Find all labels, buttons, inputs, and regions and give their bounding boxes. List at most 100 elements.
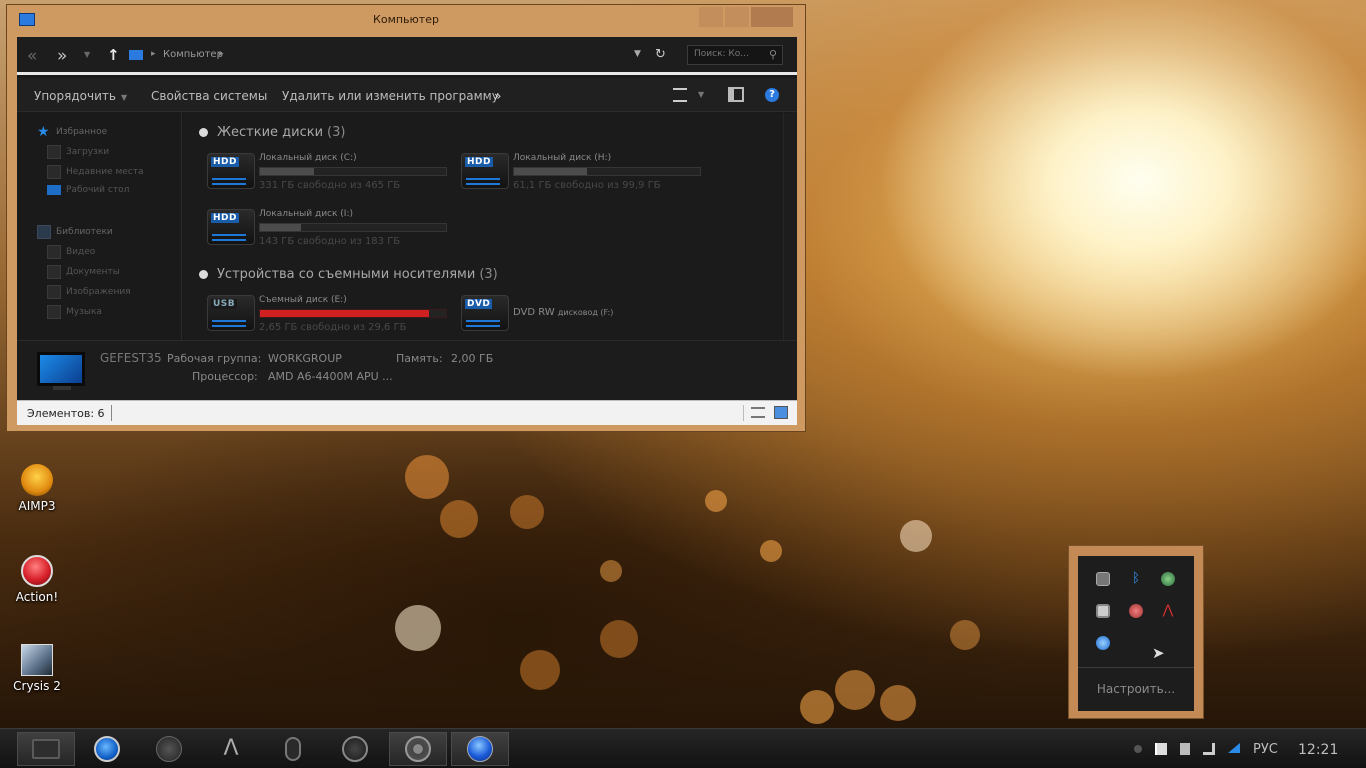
- music-icon: [47, 305, 61, 319]
- sidebar-item-documents[interactable]: Документы: [47, 265, 120, 279]
- crysis-icon: [21, 644, 53, 676]
- chart-icon[interactable]: ⋀: [1161, 604, 1175, 618]
- title-bar[interactable]: Компьютер: [7, 5, 805, 35]
- taskbar-explorer[interactable]: [17, 732, 75, 766]
- preview-pane-icon[interactable]: [728, 87, 744, 102]
- up-arrow-icon[interactable]: ↑: [107, 46, 120, 64]
- taskbar-mouse[interactable]: [264, 732, 322, 766]
- clock[interactable]: 12:21: [1298, 742, 1338, 758]
- usage-bar: [259, 309, 447, 318]
- breadcrumb-computer[interactable]: Компьютер: [163, 49, 223, 60]
- hdd-icon: HDD: [207, 153, 255, 189]
- hdd-badge: HDD: [465, 157, 493, 167]
- sidebar-item-pictures[interactable]: Изображения: [47, 285, 131, 299]
- search-input[interactable]: Поиск: Ко... ⚲: [687, 45, 783, 65]
- more-commands-button[interactable]: »: [494, 89, 501, 103]
- collapse-icon[interactable]: [199, 128, 208, 137]
- usage-bar: [513, 167, 701, 176]
- mouse-icon: [285, 737, 301, 761]
- chevron-right-icon[interactable]: ▸: [219, 49, 224, 59]
- navigation-bar: « » ▼ ↑ ▸ Компьютер ▸ ▼ ↻ Поиск: Ко... ⚲: [17, 37, 797, 75]
- sidebar-item-downloads[interactable]: Загрузки: [47, 145, 109, 159]
- taskbar-chrome[interactable]: [389, 732, 447, 766]
- desktop-icon-label: AIMP3: [18, 499, 56, 513]
- taskbar-amd[interactable]: Λ: [202, 732, 260, 766]
- desktop-shortcut-action[interactable]: Action!: [2, 555, 72, 604]
- display-icon[interactable]: [1096, 604, 1110, 618]
- group-header-hard-disks[interactable]: Жесткие диски (3): [199, 125, 345, 140]
- usb-safe-remove-icon[interactable]: [1096, 572, 1110, 586]
- usage-bar: [259, 167, 447, 176]
- action-center-flag-icon[interactable]: [1155, 743, 1167, 755]
- search-icon[interactable]: ⚲: [769, 48, 777, 61]
- drive-free-space: 143 ГБ свободно из 183 ГБ: [259, 236, 401, 247]
- taskbar-utorrent[interactable]: [326, 732, 384, 766]
- bluetooth-icon[interactable]: ᛒ: [1129, 572, 1143, 586]
- drive-f[interactable]: DVD DVD RW дисковод (F:): [461, 295, 711, 337]
- drive-name: Локальный диск (C:): [259, 153, 357, 163]
- forward-arrow-icon[interactable]: »: [57, 46, 67, 66]
- address-dropdown-icon[interactable]: ▼: [634, 49, 641, 59]
- back-arrow-icon[interactable]: «: [27, 46, 37, 66]
- computer-icon: [129, 50, 143, 60]
- workgroup-label: Рабочая группа:: [167, 352, 262, 365]
- dvd-drive-icon: DVD: [461, 295, 509, 331]
- view-options-icon[interactable]: [673, 88, 687, 102]
- collapse-icon[interactable]: [199, 270, 208, 279]
- drive-free-space: 331 ГБ свободно из 465 ГБ: [259, 180, 401, 191]
- status-bar: Элементов: 6: [17, 400, 797, 425]
- system-properties-button[interactable]: Свойства системы: [151, 89, 267, 103]
- group-header-removable[interactable]: Устройства со съемными носителями (3): [199, 267, 498, 282]
- sidebar-item-libraries[interactable]: Библиотеки: [37, 225, 113, 239]
- sidebar-item-video[interactable]: Видео: [47, 245, 95, 259]
- navigation-pane: ★ Избранное Загрузки Недавние места Рабо…: [17, 113, 182, 340]
- taskbar-media-player[interactable]: [78, 732, 136, 766]
- maximize-button[interactable]: [725, 7, 749, 27]
- search-placeholder: Поиск: Ко...: [694, 49, 749, 59]
- drive-c[interactable]: HDD Локальный диск (C:) 331 ГБ свободно …: [207, 153, 457, 195]
- group-count: (3): [479, 267, 498, 282]
- usb-device-icon[interactable]: [1129, 604, 1143, 618]
- desktop-shortcut-crysis2[interactable]: Crysis 2: [2, 644, 72, 693]
- hdd-icon: HDD: [207, 209, 255, 245]
- hdd-icon: HDD: [461, 153, 509, 189]
- dvd-badge: DVD: [465, 299, 493, 309]
- chevron-down-icon[interactable]: ▼: [698, 90, 704, 99]
- configure-link[interactable]: Настроить...: [1078, 682, 1194, 696]
- uninstall-program-button[interactable]: Удалить или изменить программу: [282, 89, 499, 103]
- group-label: Устройства со съемными носителями: [217, 267, 476, 282]
- details-view-icon[interactable]: [751, 407, 765, 418]
- sidebar-item-music[interactable]: Музыка: [47, 305, 102, 319]
- sidebar-item-favorites[interactable]: ★ Избранное: [37, 125, 107, 139]
- details-pane: GEFEST35 Рабочая группа: WORKGROUP Памят…: [17, 340, 797, 400]
- computer-name: GEFEST35: [100, 351, 162, 365]
- globe-icon[interactable]: [1161, 572, 1175, 586]
- signal-strength-icon[interactable]: [1228, 743, 1240, 753]
- minimize-button[interactable]: [699, 7, 723, 27]
- help-icon[interactable]: ?: [765, 88, 779, 102]
- taskbar-steam[interactable]: [140, 732, 198, 766]
- taskbar-blue-app[interactable]: [451, 732, 509, 766]
- sidebar-item-recent[interactable]: Недавние места: [47, 165, 144, 179]
- usb-badge: USB: [211, 299, 238, 309]
- drive-e[interactable]: USB Съемный диск (E:) 2,65 ГБ свободно и…: [207, 295, 457, 337]
- organize-button[interactable]: Упорядочить ▼: [34, 89, 127, 103]
- show-hidden-icons-icon[interactable]: [1134, 745, 1142, 753]
- network-icon[interactable]: [1203, 743, 1215, 755]
- refresh-icon[interactable]: ↻: [655, 47, 666, 62]
- chevron-right-icon[interactable]: ▸: [151, 49, 156, 59]
- tray-overflow-popup: ᛒ ⋀ ➤ Настроить...: [1068, 545, 1204, 719]
- power-icon[interactable]: [1180, 743, 1190, 755]
- update-icon[interactable]: [1096, 636, 1110, 650]
- usb-drive-icon: USB: [207, 295, 255, 331]
- drive-h[interactable]: HDD Локальный диск (H:) 61,1 ГБ свободно…: [461, 153, 711, 195]
- desktop-shortcut-aimp3[interactable]: AIMP3: [2, 464, 72, 513]
- desktop-icon-label: Action!: [15, 590, 59, 604]
- close-button[interactable]: [751, 7, 793, 27]
- drive-i[interactable]: HDD Локальный диск (I:) 143 ГБ свободно …: [207, 209, 457, 251]
- sidebar-item-desktop[interactable]: Рабочий стол: [47, 185, 129, 195]
- history-dropdown-icon[interactable]: ▼: [84, 50, 90, 59]
- language-indicator[interactable]: РУС: [1253, 742, 1278, 757]
- scrollbar[interactable]: [783, 113, 797, 340]
- tiles-view-icon[interactable]: [774, 406, 788, 419]
